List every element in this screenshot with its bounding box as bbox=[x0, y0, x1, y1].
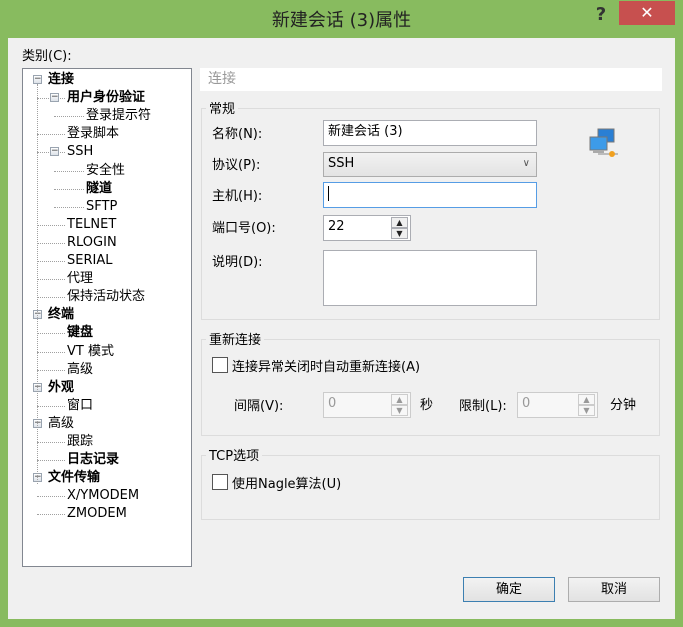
protocol-select[interactable]: SSH ∨ bbox=[323, 152, 537, 177]
collapse-icon[interactable]: − bbox=[33, 75, 42, 84]
tree-item[interactable]: 键盘 bbox=[67, 324, 93, 342]
tree-item[interactable]: 文件传输 bbox=[48, 469, 100, 487]
tree-connector bbox=[37, 333, 65, 335]
collapse-icon[interactable]: − bbox=[50, 147, 59, 157]
tree-item[interactable]: 用户身份验证 bbox=[67, 89, 145, 107]
tree-line bbox=[37, 84, 38, 484]
tree-item[interactable]: 代理 bbox=[67, 270, 93, 288]
tree-connector bbox=[37, 405, 65, 407]
general-group-title: 常规 bbox=[206, 98, 239, 117]
auto-reconnect-checkbox[interactable] bbox=[212, 357, 228, 373]
host-input[interactable] bbox=[323, 182, 537, 208]
tree-connector bbox=[37, 442, 65, 443]
tree-connector bbox=[37, 496, 65, 498]
collapse-icon[interactable]: − bbox=[50, 93, 59, 103]
limit-down-button[interactable]: ▼ bbox=[578, 405, 595, 416]
tree-item[interactable]: ZMODEM bbox=[67, 505, 127, 523]
tree-item[interactable]: SSH bbox=[67, 143, 93, 161]
tree-item[interactable]: 保持活动状态 bbox=[67, 288, 145, 306]
auto-reconnect-label: 连接异常关闭时自动重新连接(A) bbox=[232, 360, 421, 375]
host-label: 主机(H): bbox=[212, 189, 263, 204]
category-label: 类别(C): bbox=[22, 49, 72, 64]
tree-connector bbox=[37, 242, 65, 244]
tree-item[interactable]: SERIAL bbox=[67, 252, 112, 270]
tree-connector bbox=[37, 224, 65, 226]
tree-item[interactable]: 连接 bbox=[48, 71, 74, 89]
tree-connector bbox=[37, 351, 65, 353]
name-label: 名称(N): bbox=[212, 127, 263, 142]
interval-down-button[interactable]: ▼ bbox=[391, 405, 408, 416]
tree-item[interactable]: X/YMODEM bbox=[67, 487, 139, 505]
limit-label: 限制(L): bbox=[459, 399, 507, 414]
ok-button[interactable]: 确定 bbox=[463, 577, 555, 602]
name-input[interactable]: 新建会话 (3) bbox=[323, 120, 537, 146]
close-button[interactable]: ✕ bbox=[619, 1, 675, 25]
tree-connector bbox=[37, 460, 65, 462]
tree-item[interactable]: TELNET bbox=[67, 216, 116, 234]
tree-connector bbox=[54, 188, 84, 190]
tree-item[interactable]: RLOGIN bbox=[67, 234, 117, 252]
tree-connector bbox=[37, 297, 65, 299]
tree-item[interactable]: 登录提示符 bbox=[86, 107, 151, 125]
interval-unit: 秒 bbox=[420, 398, 434, 413]
tree-connector bbox=[37, 261, 65, 262]
tree-item[interactable]: 外观 bbox=[48, 379, 74, 397]
tree-item[interactable]: 跟踪 bbox=[67, 433, 93, 451]
help-button[interactable]: ? bbox=[590, 4, 612, 26]
interval-up-button[interactable]: ▲ bbox=[391, 394, 408, 405]
tree-item[interactable]: 终端 bbox=[48, 306, 74, 324]
network-computers-icon bbox=[589, 128, 618, 157]
tree-connector bbox=[37, 279, 65, 281]
tree-connector bbox=[54, 206, 84, 208]
description-label: 说明(D): bbox=[212, 255, 263, 270]
tree-connector bbox=[37, 134, 65, 136]
tree-item[interactable]: 高级 bbox=[48, 415, 74, 433]
tree-item[interactable]: 隧道 bbox=[86, 180, 112, 198]
protocol-value: SSH bbox=[328, 156, 355, 171]
reconnect-group-title: 重新连接 bbox=[206, 329, 265, 348]
tree-item[interactable]: SFTP bbox=[86, 198, 117, 216]
limit-up-button[interactable]: ▲ bbox=[578, 394, 595, 405]
port-down-button[interactable]: ▼ bbox=[391, 228, 408, 239]
panel-header: 连接 bbox=[200, 68, 662, 91]
protocol-label: 协议(P): bbox=[212, 158, 261, 173]
limit-unit: 分钟 bbox=[610, 398, 637, 413]
tree-connector bbox=[54, 116, 84, 118]
nagle-label: 使用Nagle算法(U) bbox=[232, 477, 342, 492]
port-up-button[interactable]: ▲ bbox=[391, 217, 408, 228]
nagle-checkbox[interactable] bbox=[212, 474, 228, 490]
tree-item[interactable]: 日志记录 bbox=[67, 451, 119, 469]
tree-item[interactable]: 高级 bbox=[67, 361, 93, 379]
interval-label: 间隔(V): bbox=[234, 399, 284, 414]
tcp-group-title: TCP选项 bbox=[206, 445, 263, 464]
tree-item[interactable]: VT 模式 bbox=[67, 343, 114, 361]
chevron-down-icon: ∨ bbox=[522, 158, 530, 169]
reconnect-group bbox=[201, 339, 660, 436]
description-textarea[interactable] bbox=[323, 250, 537, 306]
tree-connector bbox=[37, 514, 65, 516]
window-title: 新建会话 (3)属性 bbox=[271, 10, 412, 31]
tree-connector bbox=[37, 369, 65, 371]
port-label: 端口号(O): bbox=[212, 221, 276, 236]
tree-item[interactable]: 登录脚本 bbox=[67, 125, 119, 143]
tree-item[interactable]: 安全性 bbox=[86, 162, 125, 180]
cancel-button[interactable]: 取消 bbox=[568, 577, 660, 602]
tree-item[interactable]: 窗口 bbox=[67, 397, 93, 415]
category-tree[interactable]: 连接 − 用户身份验证 − 登录提示符 登录脚本 SSH − 安全性 隧道 SFTP TELNET RL… bbox=[22, 68, 192, 567]
tree-connector bbox=[54, 170, 84, 172]
